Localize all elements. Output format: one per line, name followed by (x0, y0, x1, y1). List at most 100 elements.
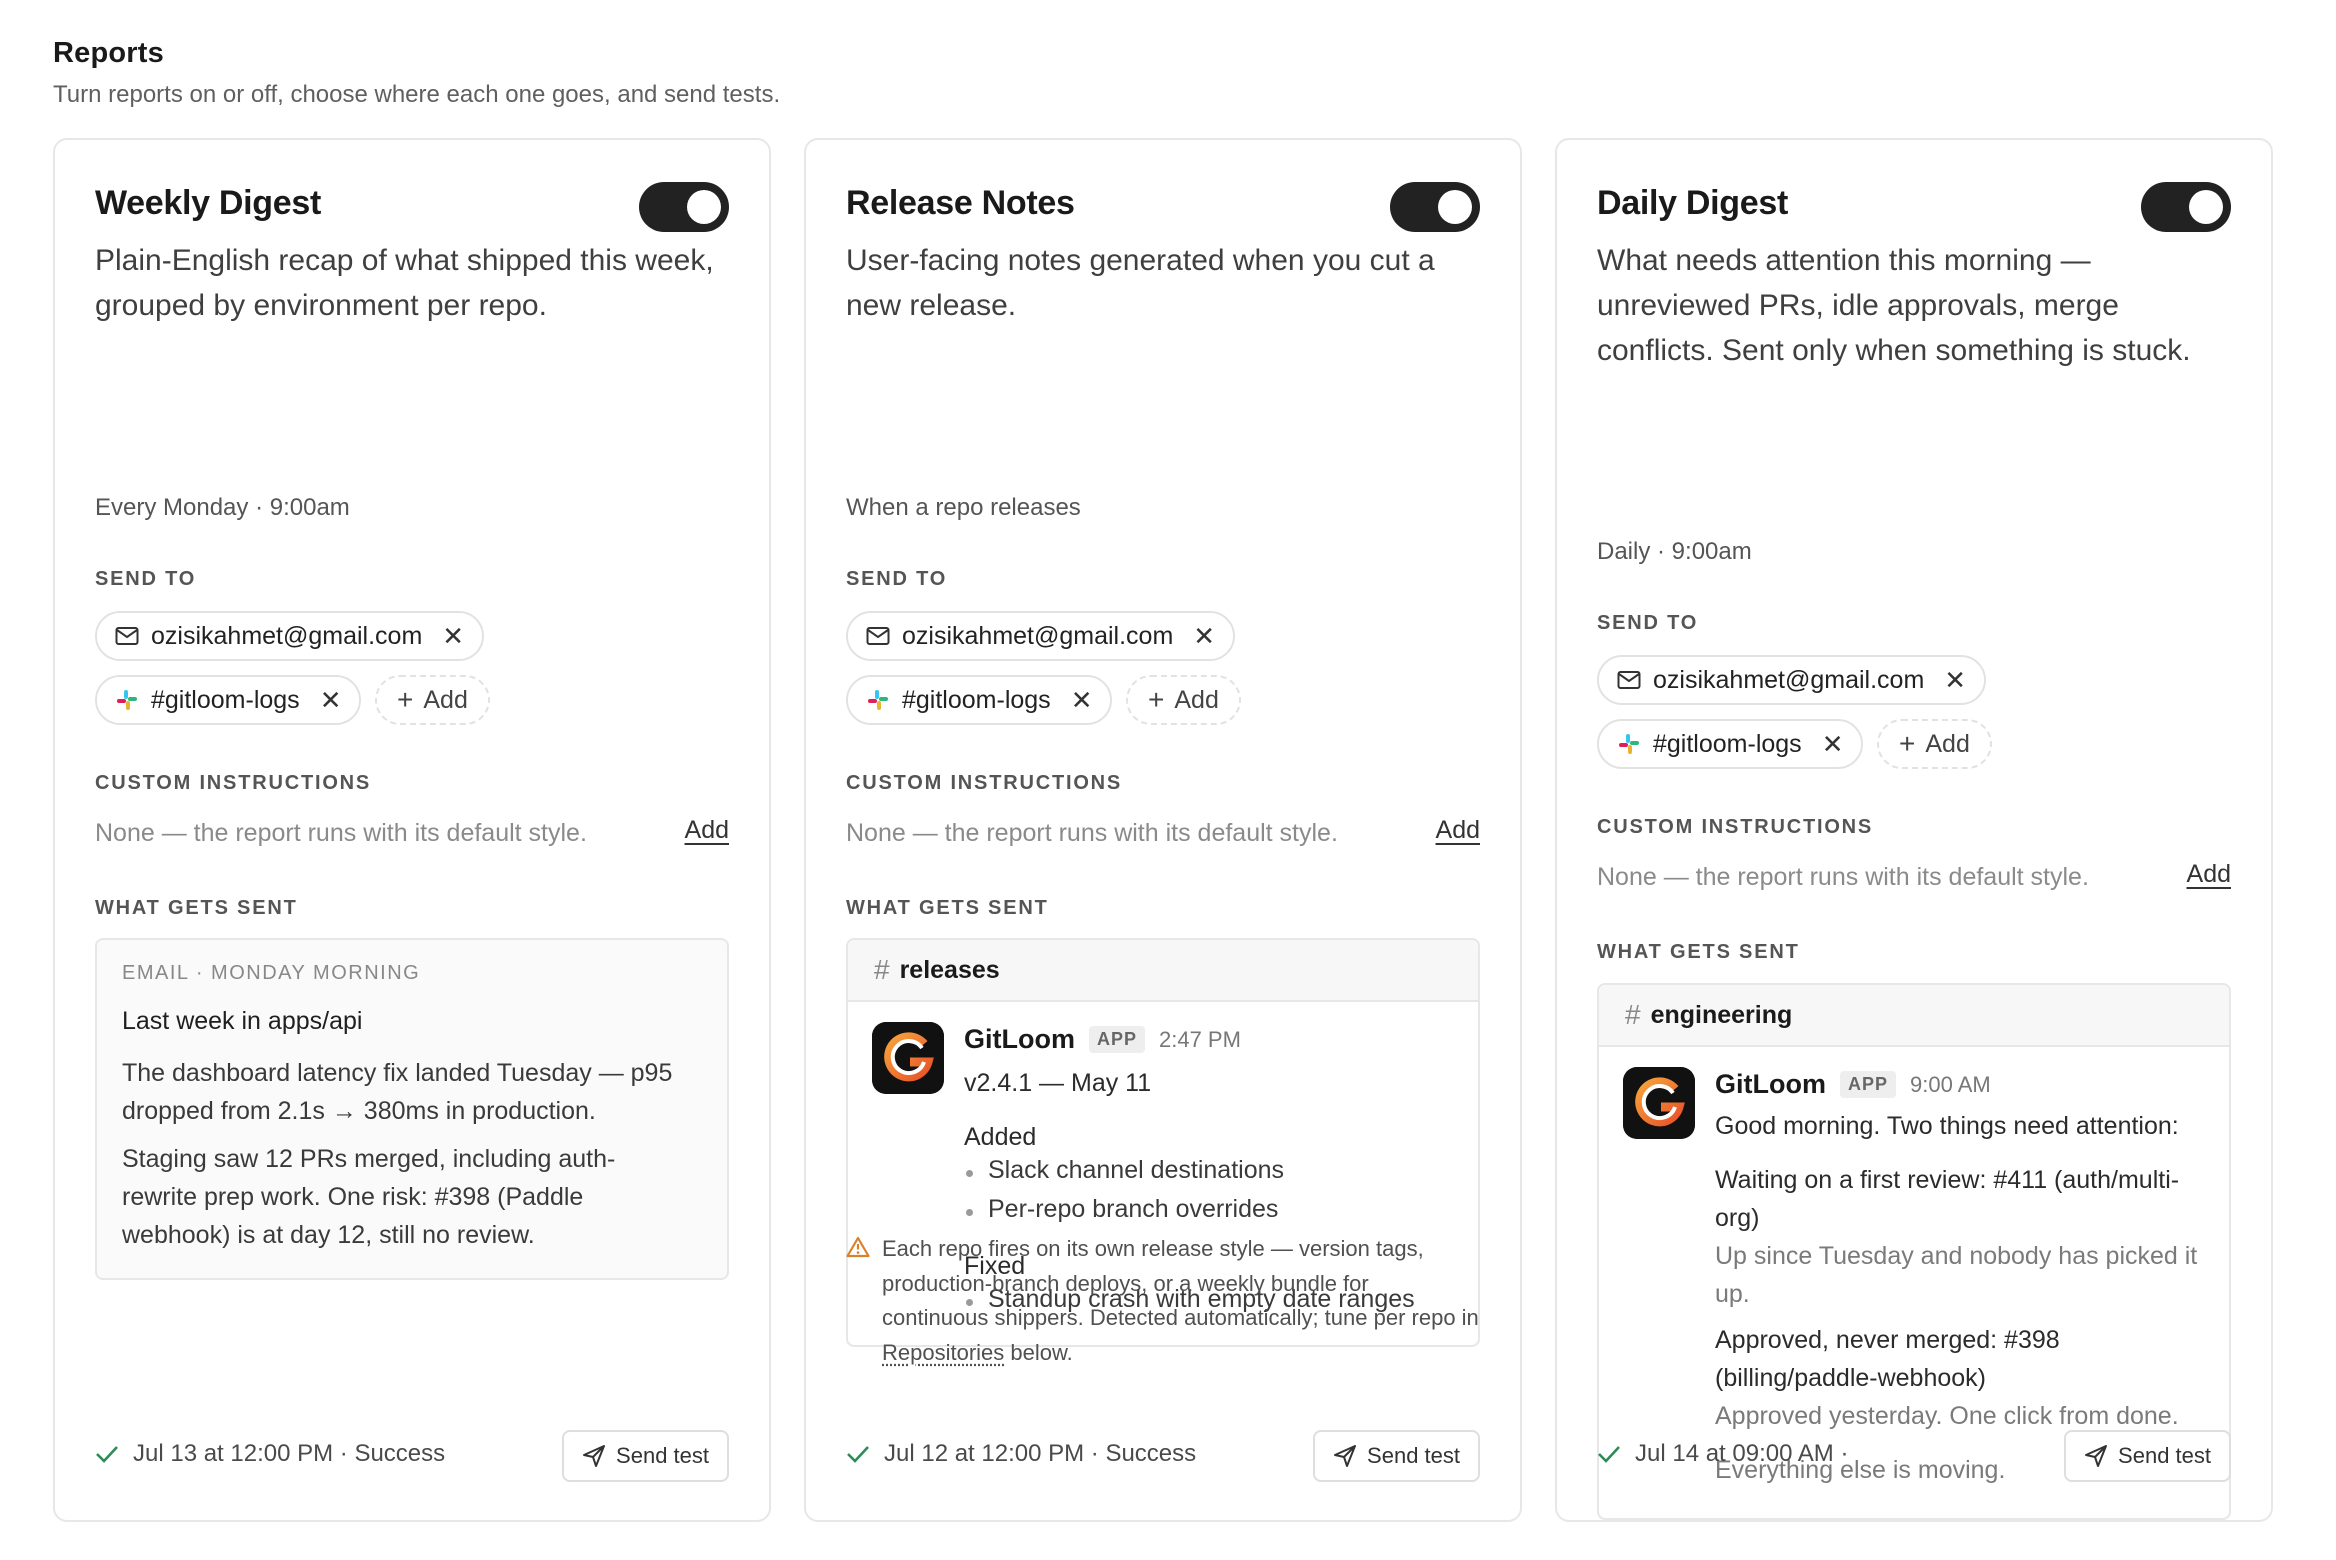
custom-instructions-text: None — the report runs with its default … (95, 819, 587, 847)
mail-icon (1617, 671, 1641, 689)
what-gets-sent-label: WHAT GETS SENT (95, 897, 298, 919)
message-intro: Good morning. Two things need attention: (1715, 1112, 2179, 1140)
custom-instructions-label: CUSTOM INSTRUCTIONS (95, 772, 372, 794)
slack-channel-header: # engineering (1599, 985, 2229, 1047)
recipient-chip-email[interactable]: ozisikahmet@gmail.com ✕ (846, 611, 1236, 661)
recipient-slack-channel: #gitloom-logs (151, 685, 300, 714)
custom-instructions-text: None — the report runs with its default … (846, 819, 1338, 847)
add-recipient-button[interactable]: + Add (1877, 719, 1992, 769)
card-footer: Jul 12 at 12:00 PM · Success Send test (846, 1430, 1480, 1482)
app-badge: APP (1839, 1071, 1896, 1098)
attention-item-note: Up since Tuesday and nobody has picked i… (1715, 1242, 2198, 1308)
plus-icon: + (1899, 728, 1916, 759)
slack-icon (117, 690, 137, 710)
toggle-knob (2189, 190, 2223, 224)
hash-icon: # (874, 954, 890, 985)
recipient-chip-email[interactable]: ozisikahmet@gmail.com ✕ (1597, 655, 1987, 705)
release-version: v2.4.1 — May 11 (964, 1069, 1152, 1097)
card-footer: Jul 14 at 09:00 AM · Send test (1597, 1430, 2231, 1482)
add-instructions-link[interactable]: Add (2187, 860, 2231, 889)
mail-icon (115, 627, 139, 645)
list-item: Slack channel destinations (965, 1156, 1285, 1184)
send-to-label: SEND TO (1597, 612, 1699, 634)
bot-line: GitLoom APP 9:00 AM (1715, 1069, 1991, 1100)
email-preview: EMAIL · MONDAY MORNING Last week in apps… (95, 938, 729, 1280)
send-test-label: Send test (2118, 1443, 2211, 1468)
recipient-slack-channel: #gitloom-logs (1653, 729, 1802, 758)
plus-icon: + (1148, 684, 1165, 715)
card-title: Release Notes (846, 184, 1075, 222)
card-title: Weekly Digest (95, 184, 322, 222)
slack-icon (868, 690, 888, 710)
send-test-button[interactable]: Send test (562, 1430, 729, 1482)
attention-item: Approved, never merged: #398 (billing/pa… (1715, 1326, 2060, 1392)
add-recipient-button[interactable]: + Add (1126, 675, 1241, 725)
what-gets-sent-label: WHAT GETS SENT (1597, 941, 1800, 963)
enable-toggle[interactable] (639, 182, 729, 232)
card-footer: Jul 13 at 12:00 PM · Success Send test (95, 1430, 729, 1482)
remove-icon[interactable]: ✕ (442, 623, 464, 649)
schedule-text: When a repo releases (846, 494, 1081, 521)
enable-toggle[interactable] (2141, 182, 2231, 232)
add-recipient-button[interactable]: + Add (375, 675, 490, 725)
add-instructions-link[interactable]: Add (1436, 816, 1480, 845)
add-recipient-label: Add (423, 685, 468, 714)
custom-instructions-label: CUSTOM INSTRUCTIONS (846, 772, 1123, 794)
send-icon (583, 1445, 606, 1467)
recipient-chip-slack[interactable]: #gitloom-logs ✕ (95, 675, 362, 725)
add-recipient-label: Add (1925, 729, 1970, 758)
last-run-text: Jul 14 at 09:00 AM · (1635, 1440, 1849, 1467)
send-test-label: Send test (1367, 1443, 1460, 1468)
last-run-text: Jul 12 at 12:00 PM · Success (884, 1440, 1197, 1467)
custom-instructions-text: None — the report runs with its default … (1597, 863, 2089, 891)
note-text-start: Each repo fires on its own release style… (882, 1236, 1479, 1330)
schedule-text: Every Monday · 9:00am (95, 494, 350, 521)
send-test-button[interactable]: Send test (1313, 1430, 1480, 1482)
enable-toggle[interactable] (1390, 182, 1480, 232)
message-time: 2:47 PM (1159, 1026, 1241, 1052)
slack-channel-name: engineering (1650, 1000, 1793, 1029)
slack-icon (1619, 734, 1639, 754)
card-description: Plain-English recap of what shipped this… (95, 244, 714, 322)
what-gets-sent-label: WHAT GETS SENT (846, 897, 1049, 919)
recipient-chip-email[interactable]: ozisikahmet@gmail.com ✕ (95, 611, 485, 661)
attention-item: Waiting on a first review: #411 (auth/mu… (1715, 1166, 2180, 1232)
slack-channel-name: releases (899, 955, 1000, 984)
recipient-chip-slack[interactable]: #gitloom-logs ✕ (846, 675, 1113, 725)
added-heading: Added (964, 1123, 1037, 1151)
send-icon (1334, 1445, 1357, 1467)
remove-icon[interactable]: ✕ (1193, 623, 1215, 649)
last-run-status: Jul 13 at 12:00 PM · Success (95, 1440, 445, 1468)
send-to-label: SEND TO (95, 568, 197, 590)
bot-name: GitLoom (964, 1024, 1075, 1054)
add-instructions-link[interactable]: Add (685, 816, 729, 845)
remove-icon[interactable]: ✕ (320, 687, 342, 713)
send-to-label: SEND TO (846, 568, 948, 590)
report-card-release-notes: Release Notes User-facing notes generate… (804, 138, 1522, 1522)
email-paragraph: The dashboard latency fix landed Tuesday… (122, 1059, 673, 1125)
remove-icon[interactable]: ✕ (1071, 687, 1093, 713)
recipient-email: ozisikahmet@gmail.com (1653, 665, 1925, 694)
send-test-label: Send test (616, 1443, 709, 1468)
remove-icon[interactable]: ✕ (1822, 731, 1844, 757)
hash-icon: # (1625, 999, 1641, 1030)
check-icon (1598, 1446, 1620, 1463)
report-card-daily-digest: Daily Digest What needs attention this m… (1555, 138, 2273, 1522)
last-run-status: Jul 14 at 09:00 AM · (1597, 1440, 1848, 1468)
report-card-weekly-digest: Weekly Digest Plain-English recap of wha… (53, 138, 771, 1522)
check-icon (96, 1446, 118, 1463)
card-description: What needs attention this morning — unre… (1597, 244, 2191, 367)
repositories-link[interactable]: Repositories (882, 1340, 1004, 1365)
page-subtitle: Turn reports on or off, choose where eac… (53, 81, 781, 108)
last-run-status: Jul 12 at 12:00 PM · Success (846, 1440, 1196, 1468)
email-meta: EMAIL · MONDAY MORNING (122, 962, 421, 984)
note-text: Each repo fires on its own release style… (882, 1232, 1480, 1370)
reports-page: Reports Turn reports on or off, choose w… (0, 0, 2336, 1560)
send-test-button[interactable]: Send test (2064, 1430, 2231, 1482)
recipient-email: ozisikahmet@gmail.com (151, 621, 423, 650)
recipient-chip-slack[interactable]: #gitloom-logs ✕ (1597, 719, 1864, 769)
send-icon (2085, 1445, 2108, 1467)
bot-name: GitLoom (1715, 1069, 1826, 1099)
remove-icon[interactable]: ✕ (1944, 667, 1966, 693)
schedule-text: Daily · 9:00am (1597, 538, 1752, 565)
